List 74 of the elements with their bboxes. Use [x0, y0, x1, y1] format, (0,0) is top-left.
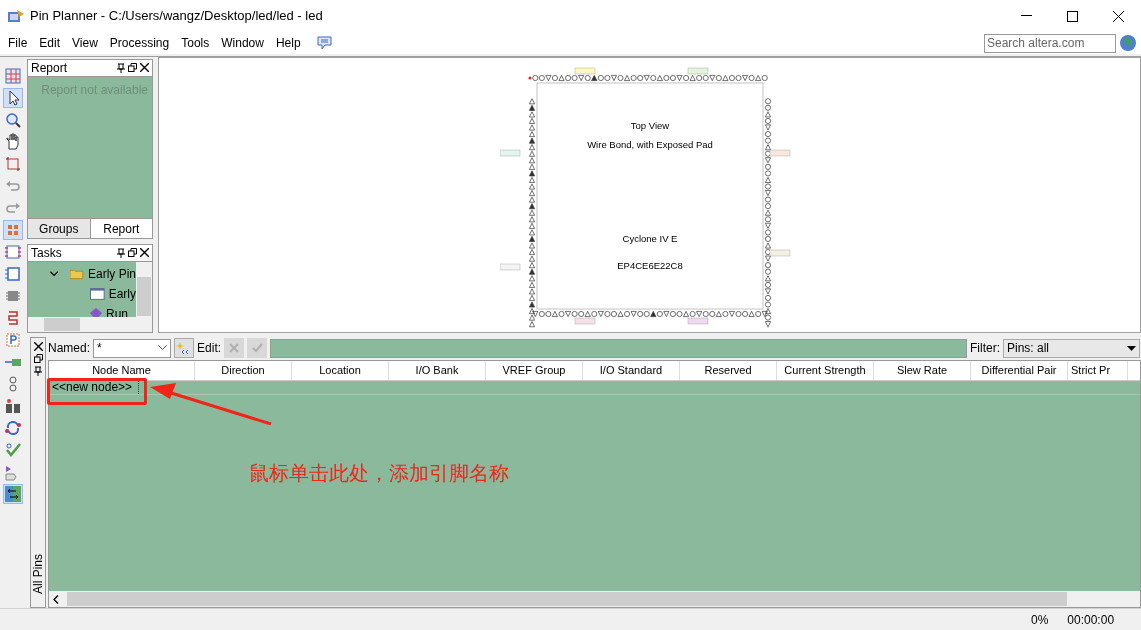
progress-text: 0%	[1031, 611, 1049, 629]
restore-icon[interactable]	[128, 248, 137, 257]
named-combo-box[interactable]: *	[93, 338, 172, 358]
column-header[interactable]: Direction	[195, 361, 292, 380]
chevron-down-icon	[158, 345, 168, 351]
table-cell[interactable]: <<new node>>	[49, 381, 139, 394]
filter-combo-box[interactable]: Pins: all	[1003, 338, 1140, 358]
panel-tab[interactable]: Groups	[28, 219, 91, 238]
elapsed-time: 00:00:00	[1067, 611, 1115, 629]
zoom-icon[interactable]	[4, 111, 22, 129]
pin-icon[interactable]	[117, 63, 125, 73]
package-label: Cyclone IV E	[622, 233, 677, 244]
swap-arrows-icon[interactable]	[4, 485, 22, 503]
column-header[interactable]: Node Name	[49, 361, 195, 380]
refresh-icon[interactable]	[4, 419, 22, 437]
hand-icon[interactable]	[4, 133, 22, 151]
check-io-icon[interactable]	[4, 441, 22, 459]
panel-tab[interactable]: Report	[90, 219, 152, 238]
pin-grid-icon[interactable]	[4, 221, 22, 239]
pin-icon[interactable]	[117, 248, 125, 258]
check-icon	[251, 343, 263, 353]
panel-title: Tasks	[31, 245, 62, 262]
column-header[interactable]: Slew Rate	[874, 361, 971, 380]
column-header[interactable]: VREF Group	[486, 361, 583, 380]
globe-icon[interactable]	[1119, 34, 1137, 52]
folder-icon	[70, 268, 84, 280]
panel-title: Report	[31, 60, 68, 77]
column-header[interactable]: Strict Pr	[1068, 361, 1128, 380]
menu-item[interactable]: Processing	[103, 34, 176, 52]
menu-item[interactable]: Tools	[175, 34, 216, 52]
restore-icon[interactable]	[128, 63, 137, 72]
app-icon	[7, 8, 25, 24]
close-icon[interactable]	[33, 342, 43, 351]
crop-icon[interactable]	[4, 155, 22, 173]
all-pins-tab[interactable]: All Pins	[29, 554, 47, 594]
dropdown-arrow-icon	[1127, 345, 1136, 351]
binoculars-icon[interactable]	[4, 397, 22, 415]
column-header[interactable]: Reserved	[680, 361, 777, 380]
column-header[interactable]: Current Strength	[777, 361, 874, 380]
window-icon	[90, 288, 105, 300]
close-icon	[1112, 10, 1124, 22]
named-label: Named:	[48, 340, 91, 357]
menu-item[interactable]: Edit	[33, 34, 67, 52]
scroll-left-icon[interactable]	[53, 594, 59, 604]
pointer-icon[interactable]	[4, 89, 22, 107]
package-label: EP4CE6E22C8	[616, 260, 683, 271]
search-field[interactable]: Search altera.com	[984, 33, 1116, 53]
letter-p-icon[interactable]	[4, 331, 22, 349]
close-icon[interactable]	[140, 63, 149, 72]
cross-icon	[229, 343, 240, 353]
edit-label: Edit:	[197, 340, 222, 357]
restore-icon[interactable]	[33, 354, 43, 363]
minimize-icon	[1020, 15, 1032, 17]
menu-item[interactable]: Window	[215, 34, 270, 52]
menu-item[interactable]: Help	[269, 34, 307, 52]
filter-label: Filter:	[970, 340, 1000, 357]
pin-icon[interactable]	[34, 366, 42, 376]
chevron-down-icon[interactable]	[50, 271, 59, 277]
column-header[interactable]: Differential Pair	[971, 361, 1068, 380]
window-title: Pin Planner - C:/Users/wangz/Desktop/led/led - led	[30, 7, 323, 26]
chat-bubble-icon[interactable]	[316, 36, 332, 50]
maximize-icon	[1066, 10, 1078, 22]
close-icon[interactable]	[140, 248, 149, 257]
tree-item[interactable]: Early Pin	[87, 265, 136, 283]
column-header[interactable]: I/O Standard	[583, 361, 680, 380]
menu-item[interactable]: View	[66, 34, 104, 52]
annotation-text: 鼠标单击此处，添加引脚名称	[249, 461, 509, 486]
edit-field[interactable]	[270, 338, 967, 358]
tree-item[interactable]: Early	[108, 285, 136, 303]
package-label: Top View	[630, 120, 669, 131]
column-header[interactable]: I/O Bank	[389, 361, 486, 380]
menu-item[interactable]: File	[2, 34, 34, 52]
package-label: Wire Bond, with Exposed Pad	[586, 139, 713, 150]
column-header[interactable]: Location	[292, 361, 389, 380]
